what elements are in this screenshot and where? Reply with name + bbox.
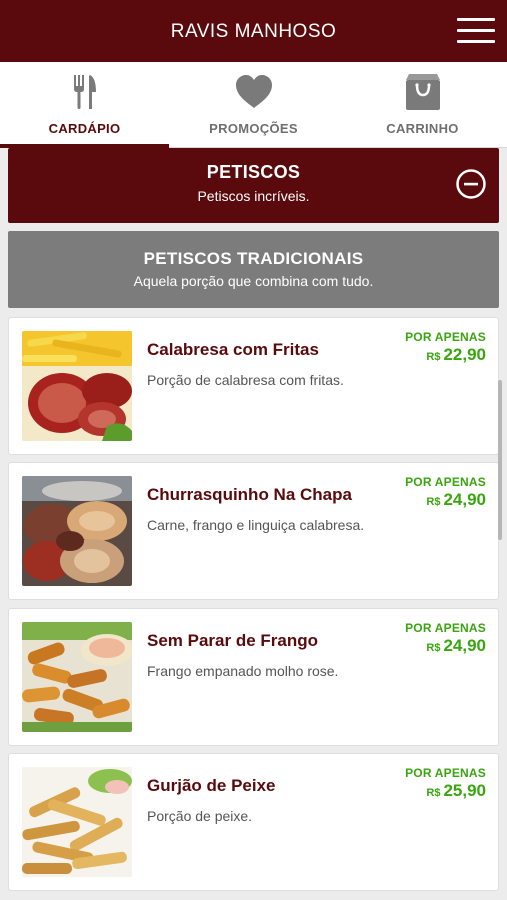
shopping-bag-icon [405,74,440,110]
app-screen: RAVIS MANHOSO CARDÁPIO PROMOÇÕES CARRINH… [0,0,507,900]
product-price: R$ 24,90 [426,490,486,510]
heart-icon [235,75,272,108]
category-header[interactable]: PETISCOS Petiscos incríveis. [8,148,499,223]
product-card[interactable]: Gurjão de Peixe Porção de peixe. POR APE… [8,753,499,891]
category-title: PETISCOS [206,162,301,182]
scrollbar[interactable] [498,380,502,540]
promo-label: POR APENAS [405,621,486,635]
product-name: Churrasquinho Na Chapa [147,485,352,504]
promo-label: POR APENAS [405,766,486,780]
fork-knife-icon [73,75,96,109]
product-description: Carne, frango e linguiça calabresa. [147,517,365,533]
product-description: Frango empanado molho rose. [147,663,339,679]
price-value: 24,90 [443,490,486,509]
product-price: R$ 25,90 [426,781,486,801]
subcategory-title: PETISCOS TRADICIONAIS [143,249,364,268]
product-image [22,767,132,877]
tab-cardapio[interactable]: CARDÁPIO [0,62,169,148]
subcategory-header[interactable]: PETISCOS TRADICIONAIS Aquela porção que … [8,231,499,308]
currency-symbol: R$ [426,351,441,363]
product-image [22,476,132,586]
tab-label: CARRINHO [386,121,459,136]
product-description: Porção de peixe. [147,808,253,824]
product-card[interactable]: Churrasquinho Na Chapa Carne, frango e l… [8,462,499,600]
app-title: RAVIS MANHOSO [170,21,337,42]
tab-label: PROMOÇÕES [209,121,298,136]
category-subtitle: Petiscos incríveis. [197,188,310,204]
product-card[interactable]: Sem Parar de Frango Frango empanado molh… [8,608,499,746]
promo-label: POR APENAS [405,330,486,344]
tab-label: CARDÁPIO [48,121,121,136]
product-image [22,331,132,441]
minus-circle-icon[interactable] [455,168,487,200]
product-card[interactable]: Calabresa com Fritas Porção de calabresa… [8,317,499,455]
product-price: R$ 22,90 [426,345,486,365]
app-header: RAVIS MANHOSO [0,0,507,62]
price-value: 25,90 [443,781,486,800]
price-value: 24,90 [443,636,486,655]
price-value: 22,90 [443,345,486,364]
currency-symbol: R$ [426,787,441,799]
tab-carrinho[interactable]: CARRINHO [338,62,507,147]
product-price: R$ 24,90 [426,636,486,656]
menu-icon[interactable] [457,16,495,46]
product-name: Sem Parar de Frango [147,631,319,650]
product-name: Gurjão de Peixe [147,776,276,795]
tab-bar: CARDÁPIO PROMOÇÕES CARRINHO [0,62,507,148]
subcategory-subtitle: Aquela porção que combina com tudo. [133,273,374,289]
currency-symbol: R$ [426,642,441,654]
product-name: Calabresa com Fritas [147,340,319,359]
currency-symbol: R$ [426,496,441,508]
tab-promocoes[interactable]: PROMOÇÕES [169,62,338,147]
promo-label: POR APENAS [405,475,486,489]
product-description: Porção de calabresa com fritas. [147,372,344,388]
product-image [22,622,132,732]
